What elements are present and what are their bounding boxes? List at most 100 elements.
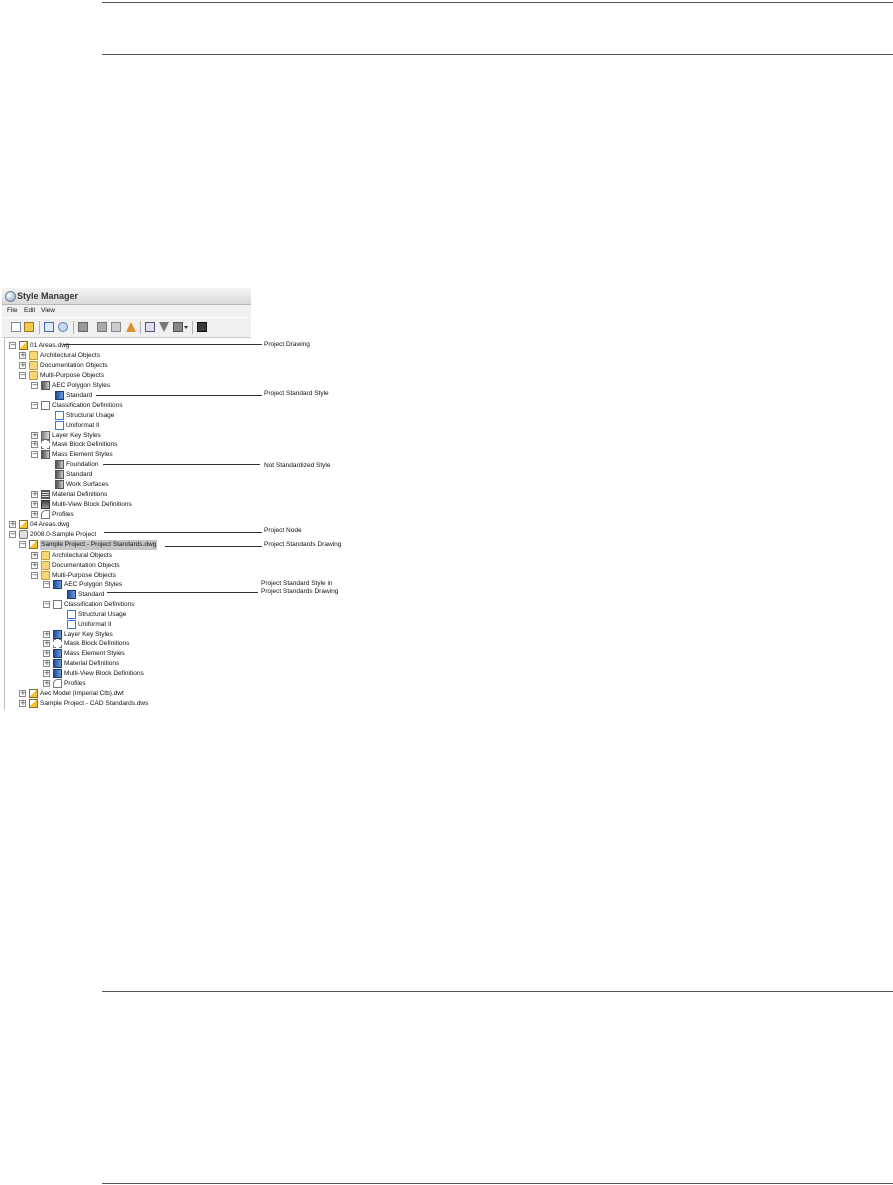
style-manager-icon — [5, 291, 16, 302]
callout-line — [103, 464, 260, 465]
tree-item-label: Sample Project - Project Standards.dwg — [40, 540, 158, 550]
tree-item-label: Mass Element Styles — [64, 650, 125, 657]
project-icon — [19, 530, 28, 539]
title-bar[interactable]: Style Manager — [2, 288, 251, 305]
expand-icon[interactable]: + — [19, 700, 26, 707]
expand-icon[interactable]: + — [31, 501, 38, 508]
expand-icon[interactable]: + — [43, 631, 50, 638]
gray-icon — [41, 450, 50, 459]
blue-icon — [55, 391, 64, 400]
collapse-icon[interactable]: − — [19, 541, 26, 548]
expand-icon[interactable]: + — [43, 680, 50, 687]
expand-icon[interactable]: + — [31, 552, 38, 559]
tree-item-label: Standard — [66, 392, 93, 399]
callout-project-standard-style-in-line1: Project Standard Style in — [261, 580, 333, 587]
collapse-icon[interactable]: − — [31, 402, 38, 409]
layerkey-icon — [41, 431, 50, 440]
collapse-icon[interactable]: − — [19, 372, 26, 379]
class-icon — [53, 600, 62, 609]
classitem-icon — [55, 411, 64, 420]
tree-item-label: Uniformat II — [78, 621, 112, 628]
menu-edit[interactable]: Edit — [24, 306, 35, 316]
copy-icon[interactable] — [44, 322, 54, 332]
footer-rule-top — [102, 991, 893, 992]
edit-style-icon[interactable] — [97, 322, 107, 332]
footer-rule-bottom — [102, 1183, 893, 1184]
callout-not-standardized-style: Not Standardized Style — [264, 462, 331, 469]
drawing-icon — [29, 540, 38, 549]
drawing-icon — [19, 520, 28, 529]
callout-line — [107, 592, 258, 593]
tree-item-label: Structural Usage — [78, 611, 127, 618]
style-manager-window: Style Manager File Edit View − 01 Areas.d… — [2, 288, 251, 710]
callout-project-standard-style-in-line2: Project Standards Drawing — [261, 588, 339, 595]
tree-item-label: Aec Model (Imperial Ctb).dwt — [40, 690, 124, 697]
open-icon[interactable] — [24, 322, 34, 332]
classitem-icon — [67, 620, 76, 629]
callout-line — [96, 395, 262, 396]
collapse-icon[interactable]: − — [31, 451, 38, 458]
callout-project-drawing: Project Drawing — [264, 341, 310, 348]
help-icon[interactable] — [197, 322, 207, 332]
style-tree[interactable]: − 01 Areas.dwg + Architectural Objects + Docu… — [2, 338, 251, 710]
expand-icon[interactable]: + — [43, 670, 50, 677]
tree-item-label: Mass Element Styles — [52, 451, 113, 458]
tree-item-label: Material Definitions — [52, 491, 108, 498]
gray-icon — [41, 381, 50, 390]
drawing-icon — [19, 341, 28, 350]
callout-project-standard-style: Project Standard Style — [264, 390, 329, 397]
folder-icon — [41, 561, 50, 570]
expand-icon[interactable]: + — [31, 441, 38, 448]
expand-icon[interactable]: + — [31, 511, 38, 518]
classitem-icon — [55, 421, 64, 430]
expand-icon[interactable]: + — [31, 432, 38, 439]
expand-icon[interactable]: + — [9, 521, 16, 528]
folder-icon — [29, 361, 38, 370]
collapse-icon[interactable]: − — [31, 572, 38, 579]
expand-icon[interactable]: + — [43, 640, 50, 647]
tree-item-label: Multi-Purpose Objects — [40, 372, 104, 379]
toggle-view-icon[interactable] — [145, 322, 155, 332]
mview-icon — [41, 500, 50, 509]
collapse-icon[interactable]: − — [9, 342, 16, 349]
menu-view[interactable]: View — [41, 306, 55, 316]
tree-item-label: 01 Areas.dwg — [30, 342, 70, 349]
blue-icon — [53, 630, 62, 639]
tree-item-label: Work Surfaces — [66, 481, 109, 488]
classitem-icon — [67, 610, 76, 619]
blue-icon — [53, 649, 62, 658]
folder-icon — [29, 371, 38, 380]
text-style-icon[interactable] — [126, 322, 136, 332]
expand-icon[interactable]: + — [19, 690, 26, 697]
expand-icon[interactable]: + — [31, 491, 38, 498]
collapse-icon[interactable]: − — [43, 581, 50, 588]
tree-border — [4, 338, 5, 710]
sort-icon[interactable] — [111, 322, 121, 332]
gray-icon — [55, 460, 64, 469]
expand-icon[interactable]: + — [43, 650, 50, 657]
drawing-icon — [29, 689, 38, 698]
collapse-icon[interactable]: − — [43, 601, 50, 608]
expand-icon[interactable]: + — [43, 660, 50, 667]
filter-icon[interactable] — [159, 322, 169, 332]
collapse-icon[interactable]: − — [31, 382, 38, 389]
callout-line — [63, 344, 262, 345]
purge-icon[interactable] — [78, 322, 88, 332]
header-rule-top — [102, 2, 893, 3]
header-rule-bottom — [102, 54, 893, 55]
tree-item-label: Standard — [66, 471, 93, 478]
new-icon[interactable] — [11, 322, 21, 332]
toolbar — [2, 318, 251, 338]
tree-item-label: Classification Definitions — [64, 601, 135, 608]
expand-icon[interactable]: + — [19, 352, 26, 359]
callout-line — [165, 546, 262, 547]
expand-icon[interactable]: + — [31, 562, 38, 569]
chevron-down-icon[interactable] — [184, 326, 188, 329]
paste-icon[interactable] — [58, 322, 68, 332]
tree-item-label: 04 Areas.dwg — [30, 521, 70, 528]
folder-icon — [41, 571, 50, 580]
expand-icon[interactable]: + — [19, 362, 26, 369]
display-icon[interactable] — [173, 322, 183, 332]
menu-file[interactable]: File — [7, 306, 17, 316]
collapse-icon[interactable]: − — [9, 531, 16, 538]
